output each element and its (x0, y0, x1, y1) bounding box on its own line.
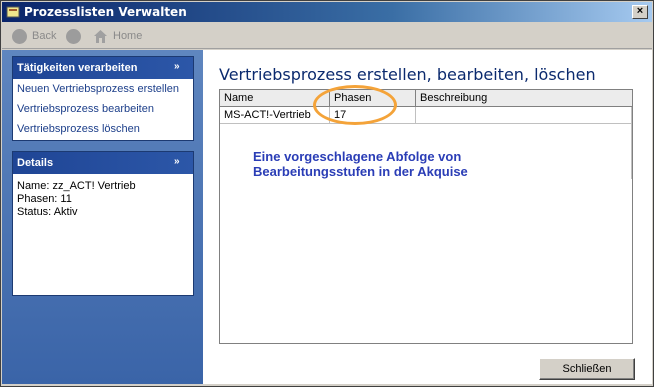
sidebar-item-create[interactable]: Neuen Vertriebsprozess erstellen (13, 79, 193, 99)
home-icon (94, 29, 107, 43)
window-close-button[interactable]: × (632, 5, 648, 19)
process-table[interactable]: Name Phasen Beschreibung MS-ACT!-Vertrie… (219, 89, 633, 344)
tasks-panel-title: Tätigkeiten verarbeiten (17, 62, 138, 74)
page-title: Vertriebsprozess erstellen, bearbeiten, … (219, 65, 596, 84)
sidebar-item-delete[interactable]: Vertriebsprozess löschen (13, 119, 193, 139)
details-name: Name: zz_ACT! Vertrieb (17, 180, 136, 192)
app-icon (6, 6, 20, 18)
sidebar-item-edit[interactable]: Vertriebsprozess bearbeiten (13, 99, 193, 119)
chevron-double-up-icon[interactable]: » (174, 156, 186, 168)
back-label: Back (32, 30, 57, 42)
title-bar: Prozesslisten Verwalten × (2, 2, 652, 22)
table-row[interactable]: MS-ACT!-Vertrieb 17 (220, 107, 632, 124)
table-divider (631, 107, 632, 179)
tasks-panel-header[interactable]: Tätigkeiten verarbeiten » (13, 57, 193, 79)
home-button[interactable]: Home (93, 28, 142, 44)
main-content: Vertriebsprozess erstellen, bearbeiten, … (203, 50, 652, 384)
details-phasen: Phasen: 11 (17, 193, 72, 205)
cell-beschreibung (416, 107, 632, 124)
close-button[interactable]: Schließen (539, 358, 635, 380)
home-label: Home (113, 30, 143, 42)
table-header: Name Phasen Beschreibung (220, 90, 632, 107)
column-header-beschreibung[interactable]: Beschreibung (416, 90, 632, 106)
details-panel-title: Details (17, 157, 54, 169)
forward-button[interactable] (66, 28, 86, 44)
forward-circle-icon (66, 28, 81, 44)
annotation-text: Eine vorgeschlagene Abfolge von Bearbeit… (253, 149, 468, 179)
navigation-bar: Back Home (2, 23, 652, 49)
highlight-ellipse (313, 85, 397, 125)
back-button[interactable]: Back (12, 28, 56, 44)
chevron-double-up-icon[interactable]: » (174, 61, 186, 73)
details-body: Name: zz_ACT! Vertrieb Phasen: 11 Status… (13, 174, 193, 225)
details-status: Status: Aktiv (17, 206, 78, 218)
app-window: Prozesslisten Verwalten × Back Home Täti… (0, 0, 654, 387)
details-panel: Details » Name: zz_ACT! Vertrieb Phasen:… (12, 151, 194, 296)
tasks-panel: Tätigkeiten verarbeiten » Neuen Vertrieb… (12, 56, 194, 141)
sidebar: Tätigkeiten verarbeiten » Neuen Vertrieb… (2, 50, 203, 384)
back-circle-icon (12, 28, 27, 44)
details-panel-header[interactable]: Details » (13, 152, 193, 174)
window-title: Prozesslisten Verwalten (24, 5, 187, 19)
